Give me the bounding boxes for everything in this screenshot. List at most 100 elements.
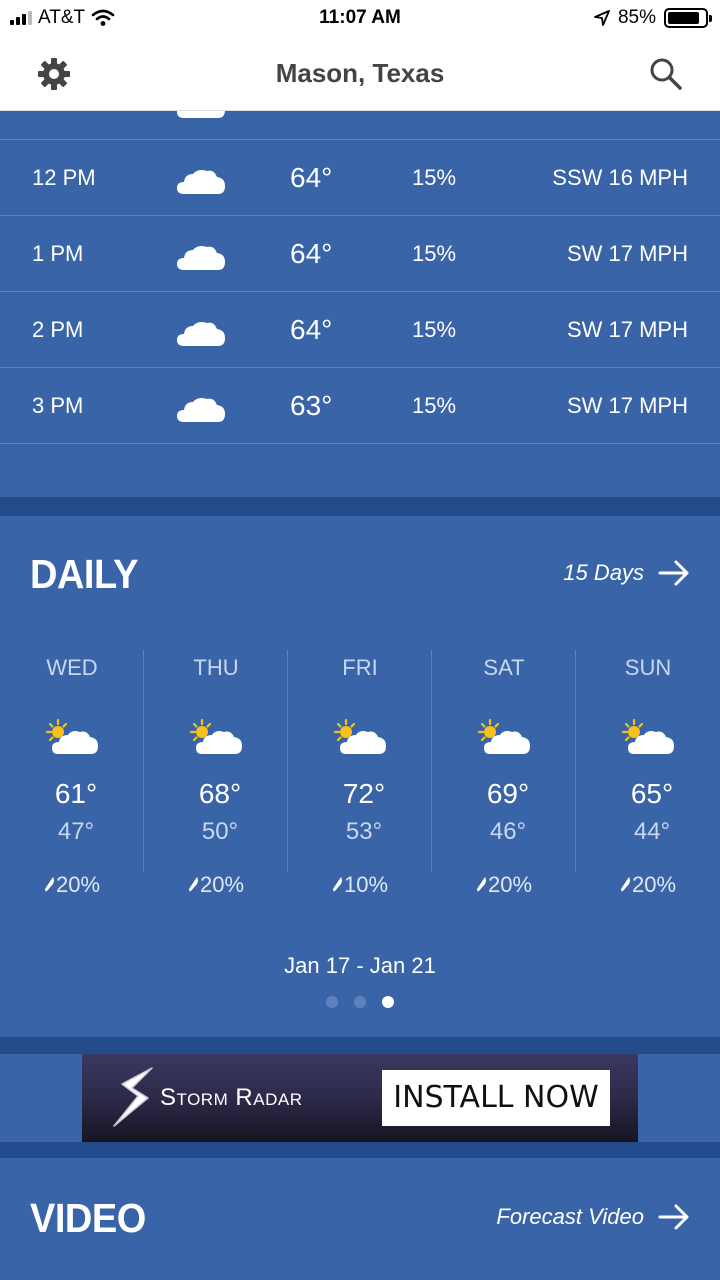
- day-low: 47°: [57, 818, 95, 845]
- day-high: 69°: [486, 778, 530, 809]
- ad-banner-wrap: Storm Radar INSTALL NOW: [0, 1054, 720, 1142]
- day-high: 72°: [342, 778, 386, 809]
- raindrop-icon: [188, 877, 198, 892]
- hour-precip: 15%: [412, 393, 457, 418]
- partly-cloudy-icon: [189, 718, 242, 754]
- day-precip: 20%: [0, 872, 144, 898]
- day-precip-value: 20%: [55, 872, 101, 897]
- day-high: 65°: [630, 778, 674, 809]
- day-precip-value: 20%: [631, 872, 677, 897]
- location-title[interactable]: Mason, Texas: [0, 58, 720, 89]
- section-divider: [0, 497, 720, 516]
- section-divider: [0, 1037, 720, 1054]
- partly-cloudy-icon: [477, 718, 530, 754]
- day-high: 61°: [54, 778, 98, 809]
- hour-time: 2 PM: [32, 317, 84, 342]
- day-precip-value: 20%: [487, 872, 533, 897]
- hour-wind: SW 17 MPH: [566, 393, 688, 418]
- day-card[interactable]: SUN 65° 44° 20%: [576, 650, 720, 897]
- forecast-video-link[interactable]: Forecast Video: [496, 1204, 690, 1230]
- hour-precip: 15%: [412, 165, 457, 190]
- battery-fill: [668, 12, 699, 24]
- cloud-icon: [177, 322, 225, 346]
- hourly-row-partial[interactable]: [0, 111, 720, 140]
- day-low: 50°: [201, 818, 239, 845]
- app-header: Mason, Texas: [0, 36, 720, 111]
- raindrop-icon: [332, 877, 342, 892]
- daily-days: WED 61° 47° 20% THU 68° 50° 20% FRI 72° …: [0, 650, 720, 897]
- daily-title: DAILY: [30, 552, 139, 598]
- day-high: 68°: [198, 778, 242, 809]
- page-dot[interactable]: [326, 996, 338, 1008]
- fifteen-days-link[interactable]: 15 Days: [563, 560, 690, 586]
- video-section: VIDEO Forecast Video: [0, 1158, 720, 1280]
- day-card[interactable]: FRI 72° 53° 10%: [288, 650, 432, 897]
- day-precip: 20%: [144, 872, 288, 898]
- hour-temp: 64°: [290, 314, 333, 345]
- partly-cloudy-icon: [45, 718, 98, 754]
- forecast-video-label: Forecast Video: [496, 1204, 644, 1229]
- ad-brand: Storm Radar: [160, 1084, 303, 1111]
- section-divider: [0, 1142, 720, 1158]
- fifteen-days-label: 15 Days: [563, 560, 644, 585]
- hourly-row[interactable]: 1 PM 64° 15% SW 17 MPH: [0, 216, 720, 292]
- day-precip-value: 10%: [343, 872, 389, 897]
- battery-icon: [664, 8, 712, 28]
- day-card[interactable]: SAT 69° 46° 20%: [432, 650, 576, 897]
- raindrop-icon: [44, 877, 54, 892]
- ad-banner[interactable]: Storm Radar INSTALL NOW: [82, 1054, 638, 1142]
- hourly-row[interactable]: 3 PM 63° 15% SW 17 MPH: [0, 368, 720, 444]
- day-precip: 20%: [576, 872, 720, 898]
- day-name: SAT: [483, 655, 525, 680]
- hourly-row[interactable]: 12 PM 64° 15% SSW 16 MPH: [0, 140, 720, 216]
- day-name: WED: [46, 655, 98, 680]
- hour-temp: 64°: [290, 238, 333, 269]
- hour-precip: 15%: [412, 317, 457, 342]
- cloud-icon: [177, 398, 225, 422]
- storm-radar-logo-icon: [113, 1067, 153, 1127]
- day-card[interactable]: THU 68° 50° 20%: [144, 650, 288, 897]
- battery-percent: 85%: [617, 7, 656, 28]
- arrow-right-icon: [658, 1204, 689, 1230]
- hourly-row[interactable]: 2 PM 64° 15% SW 17 MPH: [0, 292, 720, 368]
- day-low: 44°: [633, 818, 671, 845]
- cloud-icon: [177, 170, 225, 194]
- status-right: 85%: [594, 7, 712, 29]
- raindrop-icon: [476, 877, 486, 892]
- day-precip: 10%: [288, 872, 432, 898]
- hour-temp: 63°: [290, 390, 333, 421]
- hour-time: 1 PM: [32, 241, 84, 266]
- hourly-forecast: 12 PM 64° 15% SSW 16 MPH 1 PM 64° 15% SW…: [0, 111, 720, 497]
- location-arrow-icon: [594, 10, 610, 26]
- day-low: 53°: [345, 818, 383, 845]
- video-title: VIDEO: [30, 1196, 146, 1242]
- hour-wind: SW 17 MPH: [566, 317, 688, 342]
- partly-cloudy-icon: [333, 718, 386, 754]
- day-precip-value: 20%: [199, 872, 245, 897]
- page-dot[interactable]: [382, 996, 394, 1008]
- status-bar: AT&T 11:07 AM 85%: [0, 0, 720, 36]
- hour-wind: SW 17 MPH: [566, 241, 688, 266]
- cloud-icon: [177, 111, 225, 118]
- day-name: SUN: [624, 655, 672, 680]
- page-dot[interactable]: [354, 996, 366, 1008]
- partly-cloudy-icon: [621, 718, 674, 754]
- day-low: 46°: [489, 818, 527, 845]
- install-now-button[interactable]: INSTALL NOW: [382, 1070, 610, 1126]
- daily-forecast: DAILY 15 Days WED 61° 47° 20% THU 68° 50…: [0, 516, 720, 1037]
- hour-time: 3 PM: [32, 393, 84, 418]
- hour-wind: SSW 16 MPH: [552, 165, 688, 190]
- page-indicator[interactable]: [0, 996, 720, 1008]
- cloud-icon: [177, 246, 225, 270]
- date-range: Jan 17 - Jan 21: [284, 953, 436, 978]
- day-name: THU: [193, 655, 239, 680]
- hour-time: 12 PM: [32, 165, 96, 190]
- day-name: FRI: [342, 655, 378, 680]
- hour-temp: 64°: [290, 162, 333, 193]
- hour-precip: 15%: [412, 241, 457, 266]
- day-precip: 20%: [432, 872, 576, 898]
- day-card[interactable]: WED 61° 47° 20%: [0, 650, 144, 897]
- search-icon[interactable]: [648, 56, 684, 92]
- arrow-right-icon: [658, 560, 689, 586]
- raindrop-icon: [620, 877, 630, 892]
